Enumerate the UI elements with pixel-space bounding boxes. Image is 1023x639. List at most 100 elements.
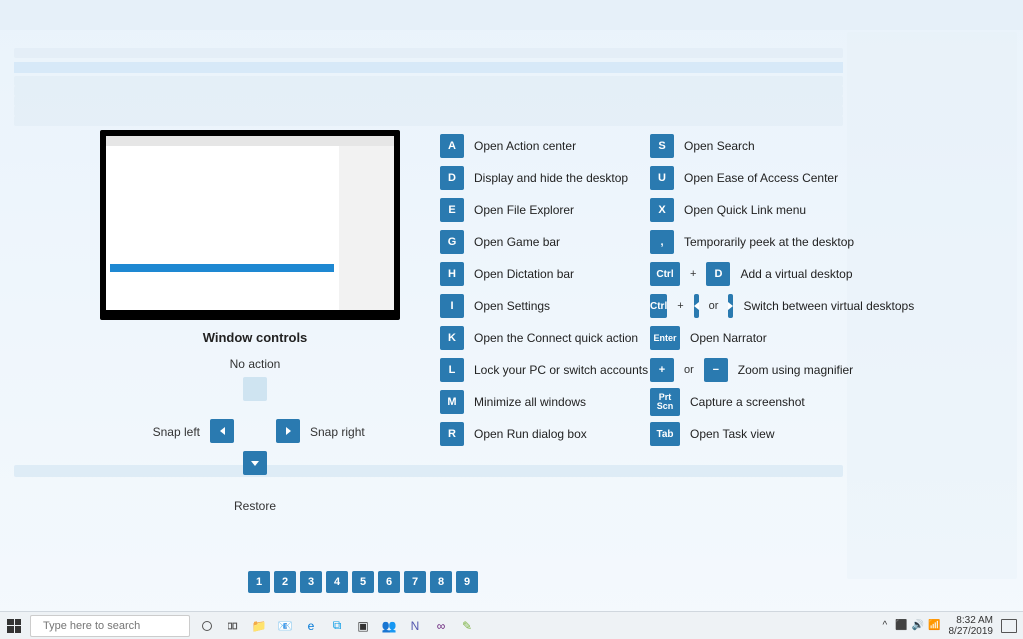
shortcut-desc: Zoom using magnifier — [738, 363, 853, 377]
key-l[interactable]: L — [440, 358, 464, 382]
snap-right-label: Snap right — [310, 425, 370, 439]
shortcut-row: + or − Zoom using magnifier — [650, 354, 910, 386]
shortcut-column-2: S Open Search U Open Ease of Access Center… — [650, 130, 910, 450]
shortcut-desc: Open Game bar — [474, 235, 560, 249]
tray-expand[interactable]: ^ — [882, 620, 887, 631]
numkey-2[interactable]: 2 — [274, 571, 296, 593]
key-u[interactable]: U — [650, 166, 674, 190]
search-input[interactable] — [43, 620, 185, 632]
shortcut-row: Prt Scn Capture a screenshot — [650, 386, 910, 418]
key-a[interactable]: A — [440, 134, 464, 158]
shortcut-desc: Temporarily peek at the desktop — [684, 235, 854, 249]
cortana-button[interactable] — [196, 615, 218, 637]
or-text: or — [684, 364, 694, 376]
key-s[interactable]: S — [650, 134, 674, 158]
bg-row — [14, 116, 843, 126]
outlook-button[interactable]: 📧 — [274, 615, 296, 637]
shortcut-desc: Display and hide the desktop — [474, 171, 628, 185]
tray-icon[interactable]: 🔊 — [912, 620, 924, 631]
visual-studio-button[interactable]: ∞ — [430, 615, 452, 637]
number-key-row: 1 2 3 4 5 6 7 8 9 — [248, 571, 478, 593]
preview-highlight — [110, 264, 334, 272]
up-key-disabled — [243, 377, 267, 401]
edge-button[interactable]: e — [300, 615, 322, 637]
shortcut-desc: Open Quick Link menu — [684, 203, 806, 217]
numkey-1[interactable]: 1 — [248, 571, 270, 593]
numkey-6[interactable]: 6 — [378, 571, 400, 593]
file-explorer-button[interactable]: 📁 — [248, 615, 270, 637]
key-g[interactable]: G — [440, 230, 464, 254]
triangle-left-icon — [694, 302, 699, 310]
key-tab[interactable]: Tab — [650, 422, 680, 446]
clock-time: 8:32 AM — [949, 615, 994, 626]
key-enter[interactable]: Enter — [650, 326, 680, 350]
key-e[interactable]: E — [440, 198, 464, 222]
preview-titlebar — [106, 136, 394, 146]
terminal-button[interactable]: ▣ — [352, 615, 374, 637]
key-prtscn[interactable]: Prt Scn — [650, 388, 680, 416]
numkey-3[interactable]: 3 — [300, 571, 322, 593]
taskbar: 📁 📧 e ⧉ ▣ 👥 N ∞ ✎ ^ ⬛ 🔊 📶 8:32 AM 8/27/2… — [0, 611, 1023, 639]
key-d[interactable]: D — [440, 166, 464, 190]
key-r[interactable]: R — [440, 422, 464, 446]
left-arrow-key[interactable] — [210, 419, 234, 443]
shortcut-desc: Open Ease of Access Center — [684, 171, 838, 185]
task-view-button[interactable] — [222, 615, 244, 637]
triangle-left-icon — [220, 427, 225, 435]
key-i[interactable]: I — [440, 294, 464, 318]
bg-selected-row — [14, 62, 843, 73]
start-button[interactable] — [0, 612, 28, 639]
teams-button[interactable]: 👥 — [378, 615, 400, 637]
action-center-button[interactable] — [1001, 619, 1017, 633]
bg-row — [14, 106, 843, 116]
taskview-icon — [228, 621, 238, 631]
shortcut-row: S Open Search — [650, 130, 910, 162]
tray-icon[interactable]: 📶 — [928, 620, 940, 631]
shortcut-desc: Open Action center — [474, 139, 576, 153]
bg-menubar — [0, 0, 1023, 30]
shortcut-desc: Capture a screenshot — [690, 395, 805, 409]
taskbar-search[interactable] — [30, 615, 190, 637]
shortcut-row: U Open Ease of Access Center — [650, 162, 910, 194]
key-x[interactable]: X — [650, 198, 674, 222]
shortcut-row: TabOpen Task view — [650, 418, 910, 450]
numkey-8[interactable]: 8 — [430, 571, 452, 593]
tray-icon[interactable]: ⬛ — [895, 620, 907, 631]
numkey-5[interactable]: 5 — [352, 571, 374, 593]
key-comma[interactable]: , — [650, 230, 674, 254]
right-arrow-key[interactable] — [728, 294, 733, 318]
key-plus[interactable]: + — [650, 358, 674, 382]
triangle-down-icon — [251, 461, 259, 466]
vscode-button[interactable]: ⧉ — [326, 615, 348, 637]
app-button[interactable]: ✎ — [456, 615, 478, 637]
key-minus[interactable]: − — [704, 358, 728, 382]
key-m[interactable]: M — [440, 390, 464, 414]
shortcut-desc: Open Dictation bar — [474, 267, 574, 281]
down-arrow-key[interactable] — [243, 451, 267, 475]
key-k[interactable]: K — [440, 326, 464, 350]
key-h[interactable]: H — [440, 262, 464, 286]
shortcut-desc: Add a virtual desktop — [740, 267, 852, 281]
onenote-button[interactable]: N — [404, 615, 426, 637]
numkey-4[interactable]: 4 — [326, 571, 348, 593]
left-arrow-key[interactable] — [694, 294, 699, 318]
right-arrow-key[interactable] — [276, 419, 300, 443]
system-tray[interactable]: ⬛ 🔊 📶 — [895, 620, 940, 631]
key-d[interactable]: D — [706, 262, 730, 286]
taskbar-center-icons: 📁 📧 e ⧉ ▣ 👥 N ∞ ✎ — [196, 615, 478, 637]
plus-sign: + — [677, 300, 683, 312]
numkey-9[interactable]: 9 — [456, 571, 478, 593]
shortcut-desc: Open Narrator — [690, 331, 767, 345]
key-ctrl[interactable]: Ctrl — [650, 262, 680, 286]
snap-left-label: Snap left — [140, 425, 200, 439]
key-ctrl[interactable]: Ctrl — [650, 294, 667, 318]
taskbar-clock[interactable]: 8:32 AM 8/27/2019 — [949, 615, 994, 637]
preview-bezel — [102, 312, 398, 318]
numkey-7[interactable]: 7 — [404, 571, 426, 593]
shortcut-desc: Open the Connect quick action — [474, 331, 638, 345]
shortcut-desc: Minimize all windows — [474, 395, 586, 409]
shortcut-desc: Switch between virtual desktops — [743, 299, 914, 313]
window-preview-inner — [106, 136, 394, 310]
key-prtscn-l2: Scn — [657, 402, 674, 411]
shortcut-desc: Open Search — [684, 139, 755, 153]
